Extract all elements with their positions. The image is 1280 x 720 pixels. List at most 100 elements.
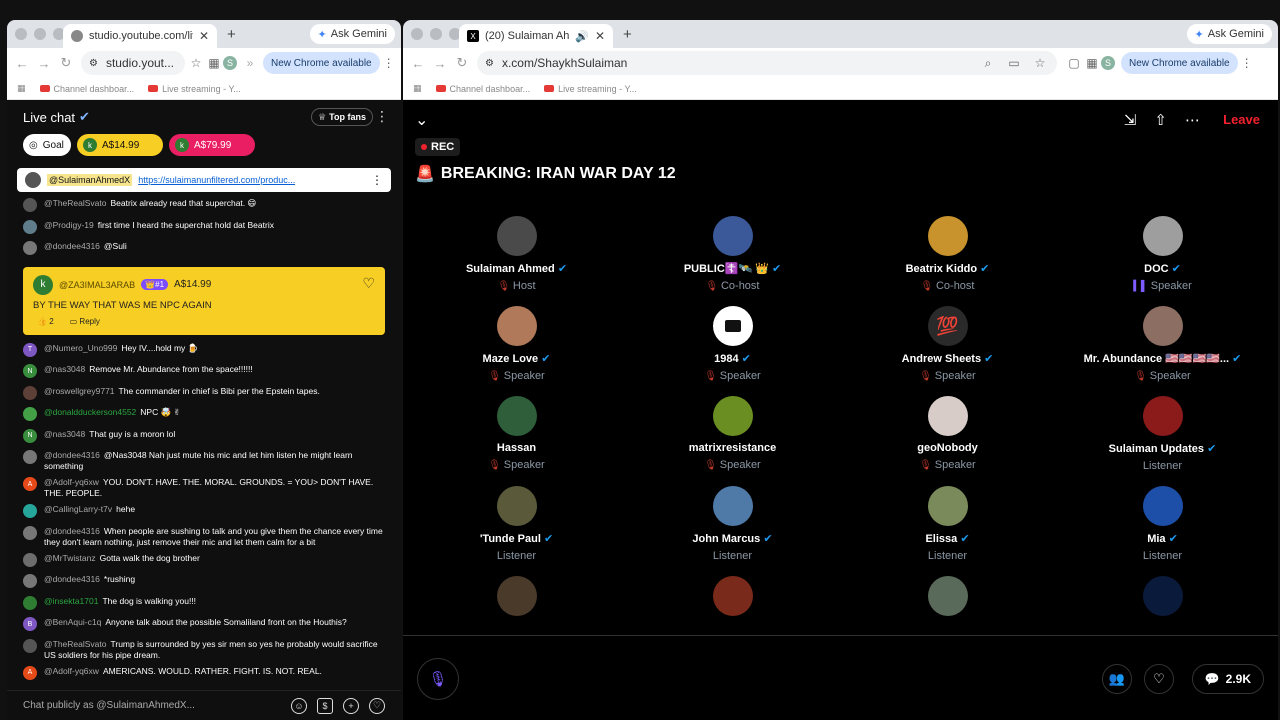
close-tab-icon[interactable]: ✕ (199, 29, 209, 43)
chat-message[interactable]: N @nas3048 Remove Mr. Abundance from the s… (23, 364, 387, 378)
chat-message[interactable]: @Prodigy-19 first time I heard the superc… (23, 219, 387, 234)
participant-avatar[interactable] (927, 216, 968, 256)
participant[interactable]: DOC ✔ ▍▌ Speaker (1055, 216, 1270, 292)
audio-playing-icon[interactable]: 🔊 (575, 30, 589, 43)
chat-message[interactable]: B @BenAqui-c1q Anyone talk about the possi… (23, 617, 387, 631)
message-author[interactable]: @nas3048 (44, 364, 85, 374)
forward-icon[interactable]: → (429, 56, 451, 71)
participant-avatar[interactable] (1142, 216, 1183, 256)
address-bar[interactable]: ⚙ studio.yout... (81, 51, 185, 75)
message-author[interactable]: @dondee4316 (44, 526, 100, 536)
reload-icon[interactable]: ↻ (451, 55, 473, 71)
message-author[interactable]: @MrTwistanz (44, 553, 96, 563)
extension-icon[interactable]: ▦ (1083, 56, 1101, 70)
participant[interactable]: PUBLIC☦️🛰️ 👑 ✔ 🎙 Co-host (625, 216, 840, 292)
participant[interactable]: Sulaiman Updates ✔ Listener (1055, 396, 1270, 472)
super-chat-author[interactable]: @ZA3IMAL3ARAB (59, 280, 135, 290)
pinned-message[interactable]: @SulaimanAhmedX https://sulaimanunfilter… (17, 168, 391, 192)
participant-avatar[interactable]: 💯 (927, 306, 968, 346)
back-icon[interactable]: ← (407, 56, 429, 71)
apps-icon[interactable]: ▦ (413, 83, 422, 94)
message-author[interactable]: @BenAqui-c1q (44, 617, 101, 627)
heart-icon[interactable]: ♡ (369, 697, 385, 714)
chrome-menu-icon[interactable]: ⋮ (380, 56, 398, 70)
super-chat-icon[interactable]: $ (317, 697, 333, 714)
participant-avatar[interactable] (712, 216, 753, 256)
bookmark-star-icon[interactable]: ☆ (187, 56, 205, 70)
chat-message[interactable]: A @Adolf-yq6xw YOU. DON'T. HAVE. THE. MORA… (23, 477, 387, 499)
close-window-button[interactable] (15, 28, 27, 40)
site-settings-icon[interactable]: ⚙ (485, 58, 494, 69)
participant[interactable]: matrixresistance 🎙 Speaker (625, 396, 840, 471)
bookmark-live-streaming[interactable]: Live streaming - Y... (148, 84, 241, 94)
participant-avatar[interactable] (927, 396, 968, 436)
pinned-link[interactable]: https://sulaimanunfiltered.com/produc... (138, 175, 295, 185)
participant[interactable]: Mr. Abundance 🇺🇸🇺🇸🇺🇸🇺🇸... ✔ 🎙 Speaker (1055, 306, 1270, 382)
chat-message[interactable]: @MrTwistanz Gotta walk the dog brother (23, 552, 387, 567)
message-author[interactable]: @Adolf-yq6xw (44, 666, 99, 676)
participant[interactable]: 'Tunde Paul ✔ Listener (409, 486, 624, 562)
more-tools-icon[interactable]: » (241, 56, 259, 70)
participant[interactable]: John Marcus ✔ Listener (625, 486, 840, 562)
bookmark-star-icon[interactable]: ☆ (1031, 56, 1049, 70)
ask-gemini-button[interactable]: ✦ Ask Gemini (309, 24, 395, 44)
message-author[interactable]: @nas3048 (44, 429, 85, 439)
new-chrome-available-button[interactable]: New Chrome available (263, 52, 380, 74)
message-author[interactable]: @CallingLarry-t7v (44, 504, 112, 514)
chat-message[interactable]: @roswellgrey9771 The commander in chief i… (23, 385, 387, 400)
chat-message[interactable]: @dondee4316 @Suli (23, 241, 387, 255)
tab-youtube-studio[interactable]: studio.youtube.com/live_chat ✕ (63, 24, 217, 48)
leave-button[interactable]: Leave (1223, 112, 1260, 127)
participant[interactable]: Sulaiman Ahmed ✔ 🎙 Host (409, 216, 624, 292)
bookmark-live-streaming[interactable]: Live streaming - Y... (544, 84, 637, 94)
bookmark-channel-dashboard[interactable]: Channel dashboar... (39, 84, 134, 94)
new-tab-button[interactable]: + (623, 26, 632, 43)
participant-avatar[interactable] (1142, 396, 1183, 436)
participant-avatar[interactable] (712, 486, 753, 526)
cast-icon[interactable]: ▭ (1005, 56, 1023, 70)
add-icon[interactable]: + (343, 697, 359, 714)
pinned-more-icon[interactable]: ⋮ (371, 173, 383, 187)
message-author[interactable]: @dondee4316 (44, 574, 100, 584)
message-author[interactable]: @donaldduckerson4552 (44, 407, 136, 417)
message-author[interactable]: @dondee4316 (44, 450, 100, 460)
chat-message[interactable]: @TheRealSvato Beatrix already read that s… (23, 198, 387, 212)
top-fans-dropdown[interactable]: ♕ Top fans (311, 108, 373, 126)
message-author[interactable]: @roswellgrey9771 (44, 386, 115, 396)
close-window-button[interactable] (411, 28, 423, 40)
chat-message[interactable]: N @nas3048 That guy is a moron lol (23, 428, 387, 443)
participant-avatar[interactable] (1142, 306, 1183, 346)
participant[interactable] (409, 576, 624, 616)
participant-avatar[interactable] (712, 396, 753, 436)
participant[interactable]: geoNobody 🎙 Speaker (840, 396, 1055, 471)
participant[interactable] (840, 576, 1055, 616)
back-icon[interactable]: ← (11, 56, 33, 71)
side-panel-icon[interactable]: ▢ (1065, 56, 1083, 70)
close-tab-icon[interactable]: ✕ (595, 29, 605, 43)
minimize-window-button[interactable] (430, 28, 442, 40)
minimize-space-icon[interactable]: ⇲ (1124, 111, 1137, 129)
chat-message[interactable]: A @Adolf-yq6xw AMERICANS. WOULD. RATHER. F… (23, 665, 387, 680)
super-chat-card[interactable]: k @ZA3IMAL3ARAB 👑#1 A$14.99 ♡ BY THE WAY THAT… (23, 266, 385, 335)
bookmark-channel-dashboard[interactable]: Channel dashboar... (435, 84, 530, 94)
share-icon[interactable]: ⇧ (1154, 111, 1167, 129)
people-button[interactable]: 👥 (1102, 664, 1132, 694)
apps-icon[interactable]: ▦ (17, 83, 26, 94)
chat-message[interactable]: @donaldduckerson4552 NPC 🤯 ✌ (23, 407, 387, 421)
zoom-icon[interactable]: ⌕ (979, 56, 997, 71)
address-bar[interactable]: ⚙ x.com/ShaykhSulaiman ⌕ ▭ ☆ (477, 51, 1057, 75)
reactions-button[interactable]: ♡ (1144, 664, 1174, 694)
collapse-chevron-icon[interactable]: ⌄ (415, 110, 428, 130)
ticker-superchat[interactable]: k A$14.99 (77, 134, 163, 156)
extension-icon[interactable]: ▦ (205, 56, 223, 70)
like-button[interactable]: 👍 2 (37, 317, 54, 326)
ask-gemini-button[interactable]: ✦ Ask Gemini (1186, 24, 1272, 44)
participant-avatar[interactable] (927, 486, 968, 526)
participant[interactable]: Beatrix Kiddo ✔ 🎙 Co-host (840, 216, 1055, 292)
participant-avatar[interactable] (1142, 486, 1183, 526)
chat-message[interactable]: @TheRealSvato Trump is surrounded by yes … (23, 638, 387, 661)
message-author[interactable]: @Adolf-yq6xw (44, 477, 99, 487)
participant[interactable]: Mia ✔ Listener (1055, 486, 1270, 562)
ticker-goal[interactable]: ◎ Goal (23, 134, 71, 156)
message-author[interactable]: @dondee4316 (44, 241, 100, 251)
